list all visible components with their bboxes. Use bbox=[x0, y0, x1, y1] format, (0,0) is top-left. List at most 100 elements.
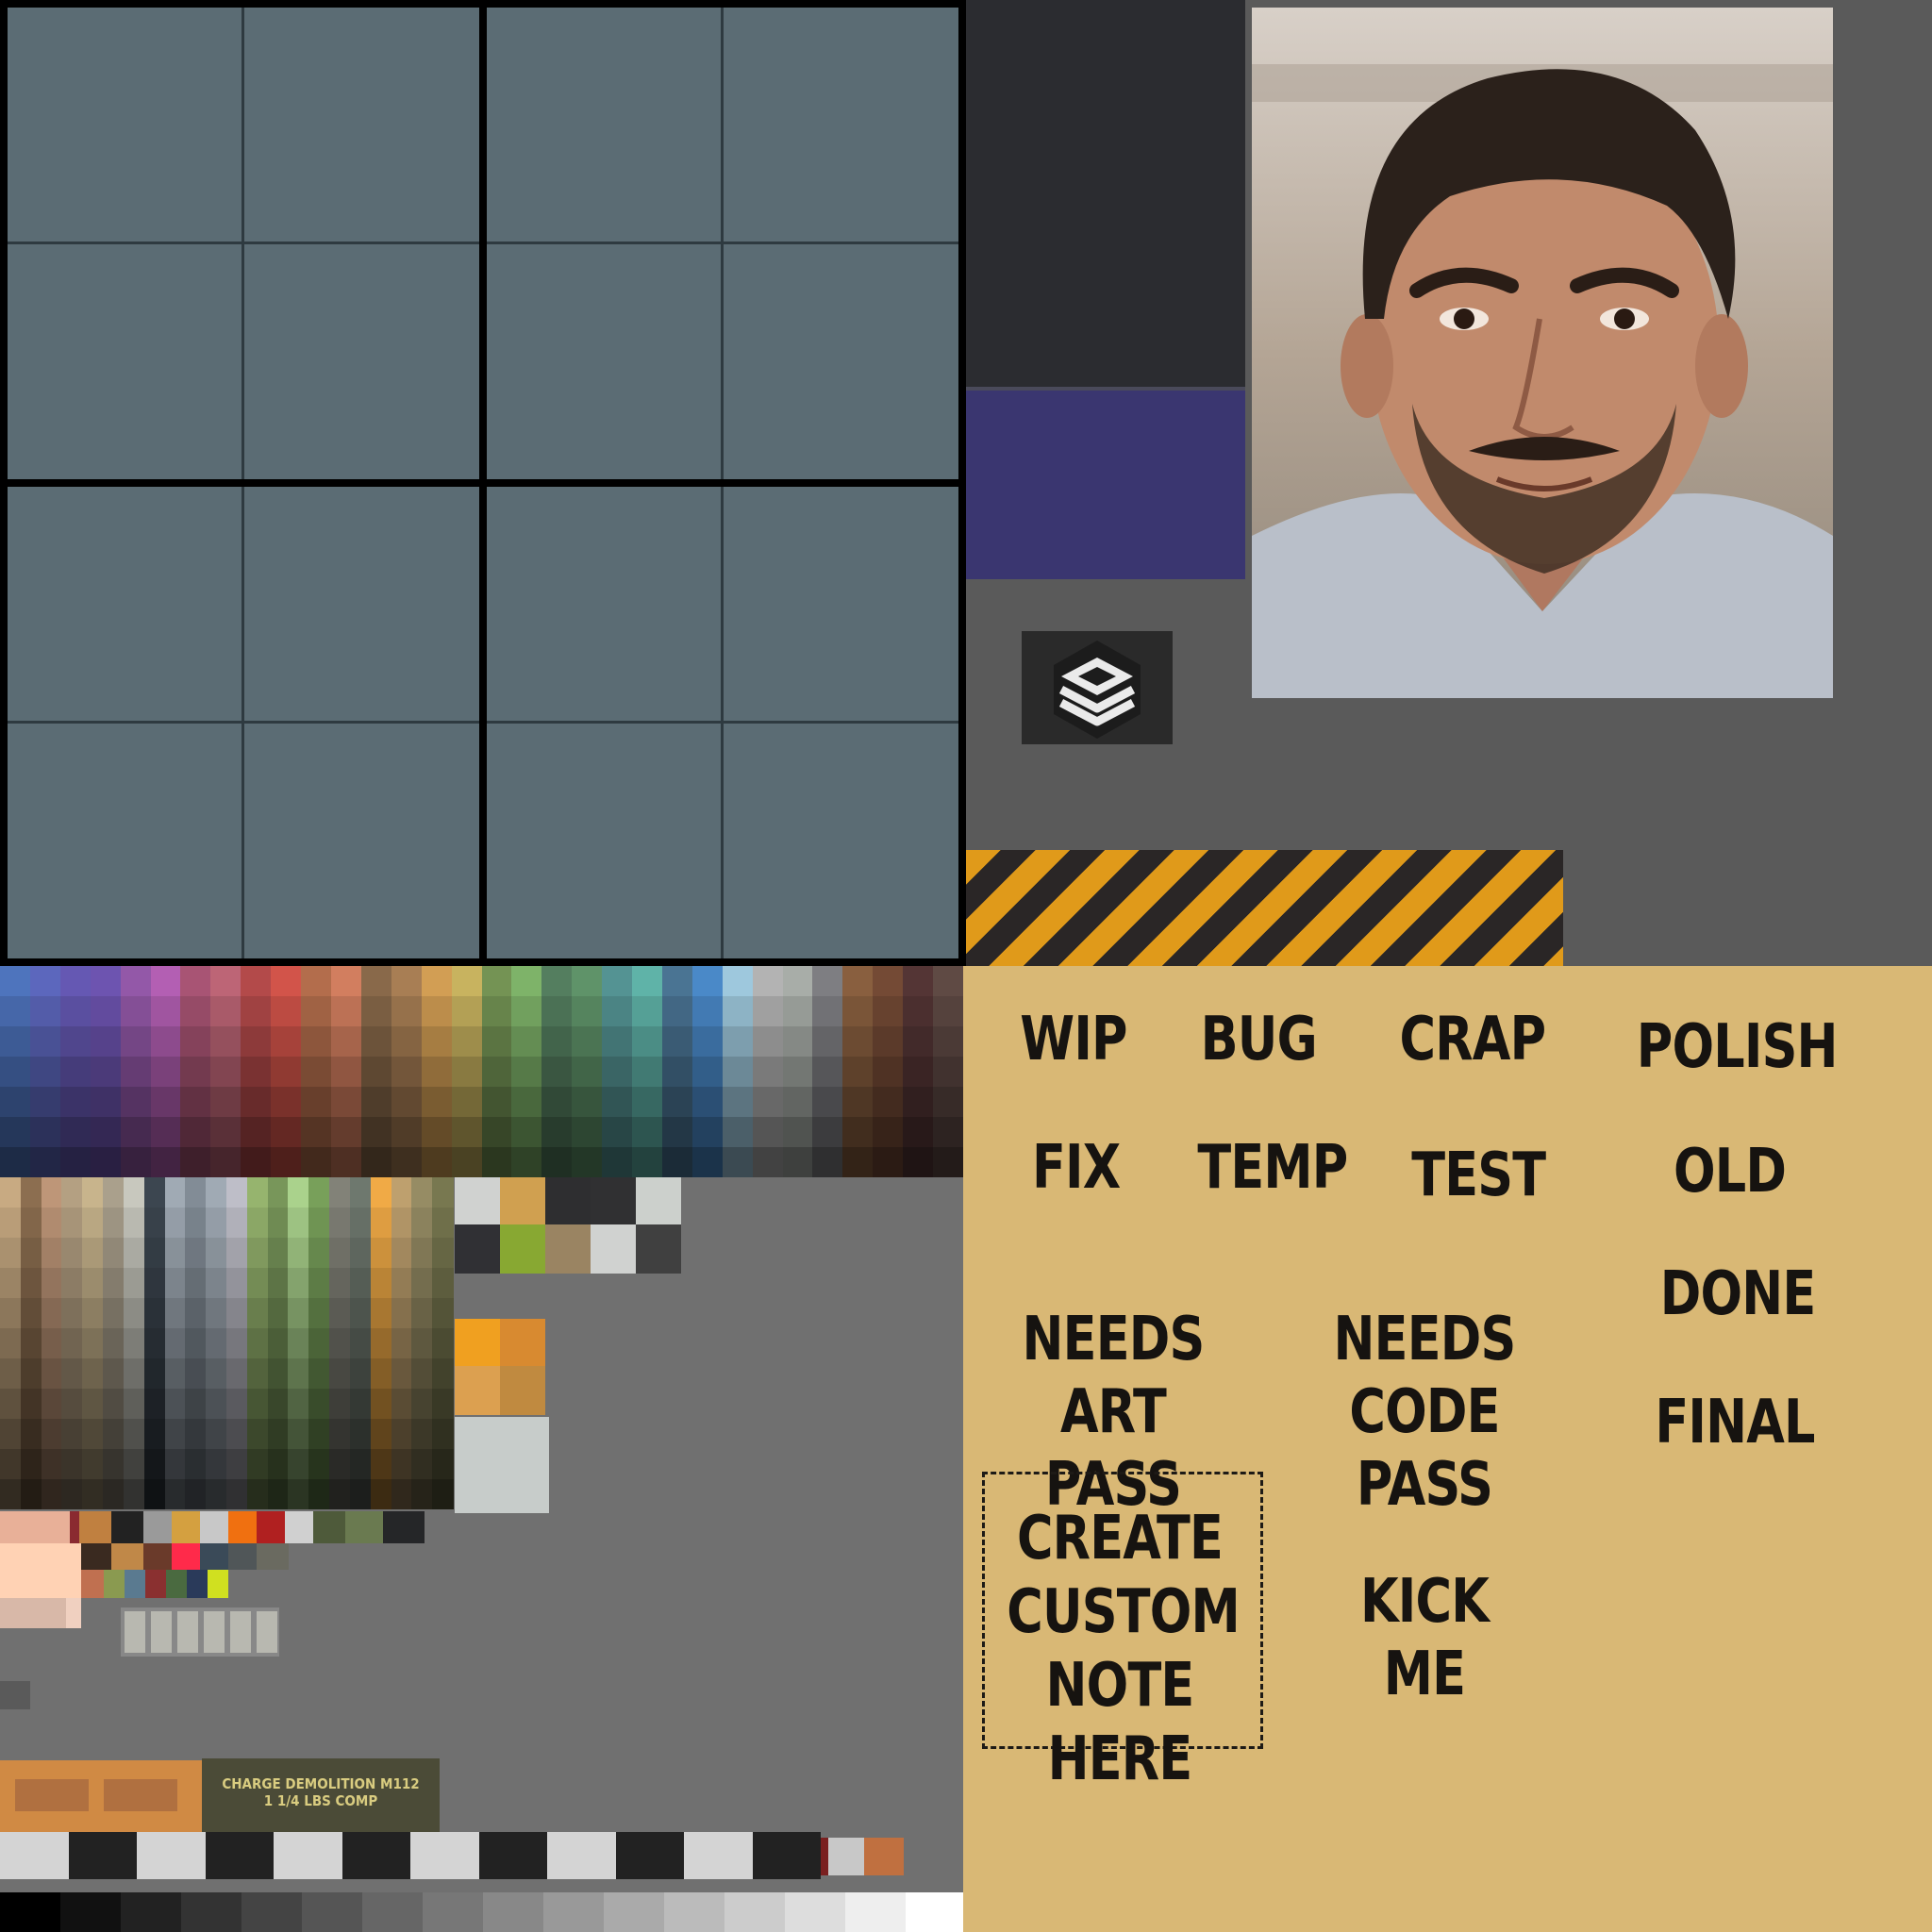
palette-swatch bbox=[150, 1057, 182, 1087]
earth-swatch bbox=[61, 1268, 84, 1298]
palette-swatch bbox=[511, 1057, 543, 1087]
earth-swatch bbox=[370, 1389, 392, 1419]
palette-swatch bbox=[572, 1147, 604, 1177]
grid-line-h bbox=[487, 721, 958, 724]
earth-swatch bbox=[432, 1177, 454, 1208]
earth-swatch bbox=[164, 1177, 187, 1208]
palette-swatch bbox=[632, 996, 663, 1026]
earth-swatch bbox=[20, 1358, 42, 1389]
earth-swatch bbox=[82, 1389, 105, 1419]
palette-swatch bbox=[873, 1026, 905, 1057]
earth-swatch bbox=[288, 1177, 310, 1208]
palette-swatch bbox=[0, 1026, 31, 1057]
palette-swatch bbox=[90, 1057, 122, 1087]
palette-swatch bbox=[180, 1087, 212, 1117]
palette-swatch bbox=[572, 1117, 604, 1147]
palette-swatch bbox=[632, 966, 663, 996]
palette-swatch bbox=[812, 996, 844, 1026]
earth-swatch bbox=[0, 1358, 22, 1389]
earth-swatch bbox=[41, 1238, 63, 1268]
earth-swatch bbox=[164, 1298, 187, 1328]
earth-swatch bbox=[411, 1177, 434, 1208]
earth-swatch bbox=[41, 1389, 63, 1419]
earth-swatch bbox=[288, 1238, 310, 1268]
earth-swatch bbox=[41, 1358, 63, 1389]
palette-swatch bbox=[842, 1117, 874, 1147]
palette-swatch bbox=[301, 966, 332, 996]
palette-swatch bbox=[602, 1087, 634, 1117]
earth-swatch bbox=[185, 1449, 208, 1479]
palette-swatch bbox=[481, 996, 513, 1026]
earth-swatch bbox=[432, 1328, 454, 1358]
palette-swatch bbox=[210, 966, 242, 996]
palette-swatch bbox=[391, 966, 423, 996]
palette-swatch bbox=[782, 1026, 814, 1057]
palette-swatch bbox=[903, 996, 935, 1026]
earth-swatch bbox=[246, 1238, 269, 1268]
palette-swatch bbox=[271, 1087, 303, 1117]
earth-swatch bbox=[185, 1238, 208, 1268]
earth-swatch bbox=[391, 1328, 413, 1358]
earth-swatch bbox=[41, 1208, 63, 1238]
earth-swatch bbox=[267, 1238, 290, 1268]
earth-swatch bbox=[411, 1358, 434, 1389]
earth-swatch bbox=[267, 1298, 290, 1328]
earth-swatch bbox=[288, 1298, 310, 1328]
earth-swatch bbox=[0, 1449, 22, 1479]
palette-swatch bbox=[150, 1087, 182, 1117]
palette-swatch bbox=[722, 1117, 754, 1147]
palette-swatch bbox=[0, 996, 31, 1026]
earth-swatch bbox=[226, 1479, 248, 1509]
palette-swatch bbox=[842, 1087, 874, 1117]
palette-swatch bbox=[29, 1117, 61, 1147]
palette-swatch bbox=[511, 1026, 543, 1057]
palette-swatch bbox=[481, 1117, 513, 1147]
palette-swatch bbox=[210, 1087, 242, 1117]
palette-swatch bbox=[421, 1117, 453, 1147]
palette-swatch bbox=[873, 966, 905, 996]
earth-swatch bbox=[391, 1238, 413, 1268]
earth-swatch bbox=[370, 1238, 392, 1268]
earth-swatch bbox=[185, 1479, 208, 1509]
earth-swatch bbox=[103, 1177, 125, 1208]
palette-swatch bbox=[691, 1026, 724, 1057]
earth-swatch bbox=[103, 1479, 125, 1509]
earth-swatch bbox=[349, 1449, 372, 1479]
earth-swatch bbox=[206, 1449, 227, 1479]
earth-swatch bbox=[329, 1268, 351, 1298]
earth-swatch bbox=[432, 1238, 454, 1268]
earth-swatch bbox=[61, 1419, 84, 1449]
palette-swatch bbox=[150, 996, 182, 1026]
earth-swatch bbox=[267, 1449, 290, 1479]
palette-swatch bbox=[933, 1117, 964, 1147]
palette-swatch bbox=[541, 966, 574, 996]
earth-swatch bbox=[61, 1328, 84, 1358]
palette-swatch bbox=[602, 1026, 634, 1057]
palette-swatch bbox=[752, 1026, 784, 1057]
earth-swatch bbox=[143, 1358, 166, 1389]
palette-swatch bbox=[451, 1026, 483, 1057]
earth-swatch bbox=[349, 1177, 372, 1208]
palette-swatch bbox=[873, 996, 905, 1026]
palette-swatch bbox=[691, 996, 724, 1026]
palette-swatch bbox=[271, 966, 303, 996]
earth-swatch bbox=[103, 1449, 125, 1479]
earth-swatch bbox=[0, 1298, 22, 1328]
palette-swatch bbox=[360, 1087, 392, 1117]
earth-swatch bbox=[391, 1177, 413, 1208]
grid-quadrant bbox=[8, 8, 479, 479]
palette-swatch bbox=[120, 1026, 152, 1057]
earth-swatch bbox=[164, 1358, 187, 1389]
palette-swatch bbox=[180, 1117, 212, 1147]
earth-swatch bbox=[206, 1358, 227, 1389]
earth-swatch bbox=[267, 1268, 290, 1298]
earth-swatch bbox=[329, 1449, 351, 1479]
palette-swatch bbox=[330, 996, 362, 1026]
grid-line-h bbox=[8, 721, 479, 724]
earth-swatch bbox=[123, 1389, 145, 1419]
palette-swatch bbox=[481, 966, 513, 996]
earth-swatch bbox=[288, 1479, 310, 1509]
earth-swatch bbox=[123, 1419, 145, 1449]
earth-swatch bbox=[82, 1328, 105, 1358]
palette-swatch bbox=[632, 1147, 663, 1177]
